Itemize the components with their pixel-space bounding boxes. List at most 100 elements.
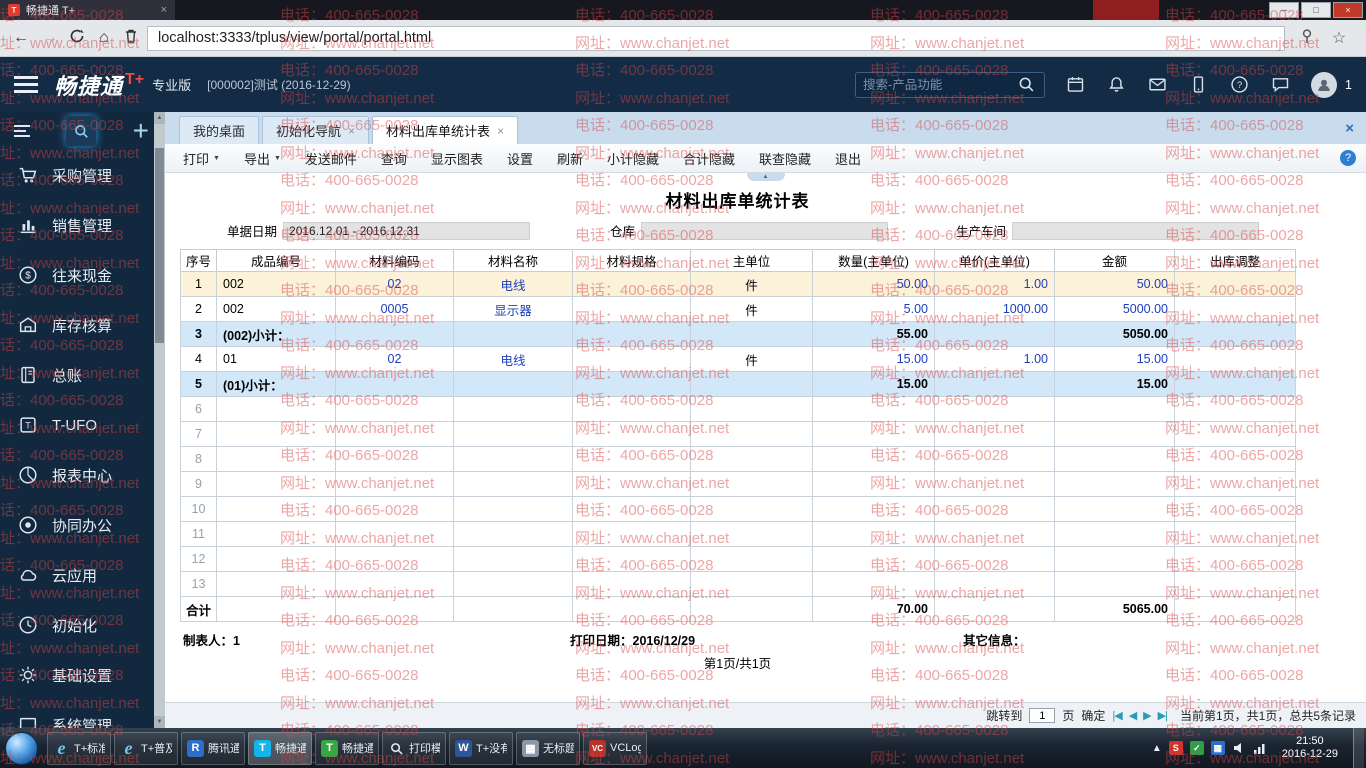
sidebar-item-report-center[interactable]: 报表中心 [0,450,165,500]
taskbar-item-tplus-standard[interactable]: e T+标准... [47,731,111,765]
toolbar-exit-button[interactable]: 退出 [823,149,873,168]
workshop-input[interactable] [1012,221,1260,240]
column-header-8[interactable]: 金额 [1054,249,1175,272]
sidebar-search-icon[interactable] [66,116,97,146]
taskbar-item-tplus-popular[interactable]: e T+普及... [114,731,178,765]
hamburger-menu-icon[interactable] [14,76,38,93]
table-row[interactable]: 1 002 02 电线件 50.00 1.00 50.00 [180,271,1296,297]
chat-icon[interactable] [1270,74,1291,95]
table-row[interactable]: 4 01 02 电线件 15.00 1.00 15.00 [180,346,1296,372]
column-header-0[interactable]: 序号 [180,249,217,272]
sidebar-item-sales[interactable]: 销售管理 [0,200,165,250]
sogou-tray-icon[interactable]: S [1168,741,1183,755]
security-tray-icon[interactable]: ✓ [1189,741,1204,755]
toolbar-total-hide-button[interactable]: 合计隐藏 [671,149,747,168]
column-header-7[interactable]: 单价(主单位) [934,249,1055,272]
confirm-button[interactable]: 确定 [1081,707,1105,724]
last-page-icon[interactable]: ▶| [1158,709,1168,722]
product-search-input[interactable] [863,77,1017,92]
forward-icon[interactable]: → [39,29,61,47]
taskbar-item-untitled-paint[interactable]: ▦ 无标题 - ... [516,731,580,765]
table-row[interactable]: 10 [180,496,1296,522]
sidebar-item-basic-settings[interactable]: 基础设置 [0,650,165,700]
sidebar-item-system[interactable]: 系统管理 [0,700,165,728]
table-row[interactable]: 6 [180,396,1296,422]
prev-page-icon[interactable]: ◀ [1129,709,1138,722]
taskbar-item-print-template[interactable]: 打印模板... [382,731,446,765]
date-range-input[interactable] [283,221,531,240]
sidebar-item-cash[interactable]: $ 往来现金 [0,250,165,300]
back-icon[interactable]: ← [10,29,32,47]
toolbar-linkquery-hide-button[interactable]: 联查隐藏 [747,149,823,168]
toolbar-subtotal-hide-button[interactable]: 小计隐藏 [595,149,671,168]
toolbar-query-button[interactable]: 查询 [369,149,419,168]
taskbar-clock[interactable]: 21:50 2016-12-29 [1274,735,1346,761]
table-row[interactable]: 12 [180,546,1296,572]
first-page-icon[interactable]: |◀ [1112,709,1122,722]
taskbar-item-chanjet-app[interactable]: T 畅捷通T... [315,731,379,765]
start-button[interactable] [5,731,38,765]
favorites-star-icon[interactable]: ☆ [1328,28,1350,48]
tab-material-outbound-report[interactable]: 材料出库单统计表 × [372,116,519,144]
toolbar-settings-button[interactable]: 设置 [495,149,545,168]
tab-init-navigation[interactable]: 初始化导航 × [262,116,370,144]
sidebar-item-cloud-apps[interactable]: 云应用 [0,550,165,600]
window-close-button[interactable]: × [1333,2,1363,18]
browser-tab-close-icon[interactable]: × [161,4,167,16]
tab-close-icon[interactable]: × [348,124,355,138]
tab-my-desktop[interactable]: 我的桌面 [179,116,260,144]
pin-icon[interactable] [1298,27,1316,50]
toolbar-print-button[interactable]: 打印 ▼ [171,149,232,168]
toolbar-refresh-button[interactable]: 刷新 [545,149,595,168]
column-header-6[interactable]: 数量(主单位) [812,249,935,272]
toolbar-show-chart-button[interactable]: 显示图表 [419,149,495,168]
column-header-5[interactable]: 主单位 [690,249,813,272]
taskbar-item-vclog[interactable]: VC VCLogC... [583,731,647,765]
show-desktop-button[interactable] [1353,728,1364,768]
product-search-box[interactable] [855,71,1046,98]
trash-icon[interactable] [122,27,140,50]
home-icon[interactable]: ⌂ [93,29,115,47]
sidebar-item-inventory[interactable]: 库存核算 [0,300,165,350]
bell-icon[interactable] [1106,74,1127,95]
page-number-input[interactable] [1029,708,1056,723]
column-header-9[interactable]: 出库调整 [1174,249,1296,272]
url-field[interactable]: localhost:3333/tplus/view/portal/portal.… [147,25,1285,51]
column-header-3[interactable]: 材料名称 [453,249,573,272]
scrollbar-up-icon[interactable]: ▲ [154,112,165,124]
next-page-icon[interactable]: ▶ [1143,709,1152,722]
sidebar-item-collaboration[interactable]: 协同办公 [0,500,165,550]
table-row[interactable]: 8 [180,446,1296,472]
mail-icon[interactable] [1147,74,1168,95]
help-icon[interactable]: ? [1229,74,1250,95]
taskbar-item-chanjet-tplus[interactable]: T 畅捷通 T... [248,731,312,765]
monitor-tray-icon[interactable]: ▦ [1210,741,1225,755]
window-maximize-button[interactable]: □ [1301,2,1331,18]
column-header-2[interactable]: 材料编码 [335,249,454,272]
table-row[interactable]: 11 [180,521,1296,547]
network-tray-icon[interactable] [1253,741,1267,755]
sidebar-item-tufo[interactable]: T T-UFO [0,400,165,450]
refresh-icon[interactable] [68,27,86,50]
scrollbar-thumb[interactable] [155,148,164,343]
taskbar-item-rtx[interactable]: R 腾讯通R... [181,731,245,765]
sidebar-item-purchase[interactable]: 采购管理 [0,150,165,200]
sidebar-scrollbar[interactable]: ▲ ▼ [154,112,165,728]
toolbar-collapse-notch[interactable]: ▲ [746,173,785,181]
table-row[interactable]: 3 (002)小计： 55.00 5050.00 [180,321,1296,347]
volume-tray-icon[interactable] [1232,741,1246,755]
sidebar-add-icon[interactable]: + [133,117,149,145]
avatar[interactable] [1311,71,1338,98]
tab-close-icon[interactable]: × [497,124,504,138]
toolbar-help-icon[interactable]: ? [1340,150,1356,166]
table-row[interactable]: 5 (01)小计： 15.00 15.00 [180,371,1296,397]
close-all-tabs-icon[interactable]: × [1345,120,1354,137]
warehouse-input[interactable] [641,221,889,240]
sidebar-item-initialization[interactable]: 初始化 [0,600,165,650]
sidebar-item-ledger[interactable]: 总账 [0,350,165,400]
browser-tab[interactable]: T 畅捷通 T+ × [0,0,175,20]
table-row[interactable]: 9 [180,471,1296,497]
scrollbar-down-icon[interactable]: ▼ [154,716,165,728]
column-header-4[interactable]: 材料规格 [572,249,691,272]
table-row[interactable]: 7 [180,421,1296,447]
